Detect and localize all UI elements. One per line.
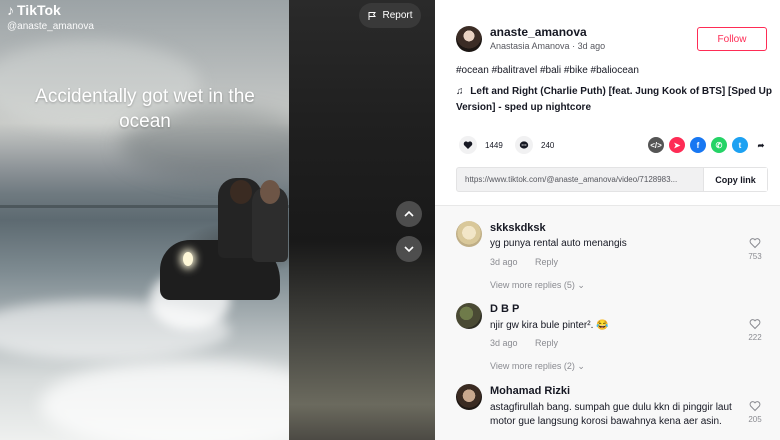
view-more-label: View more replies (5) bbox=[490, 280, 575, 290]
tiktok-watermark: ♪ TikTok bbox=[7, 2, 61, 18]
music-note-icon: ♫ bbox=[456, 86, 464, 97]
previous-video-button[interactable] bbox=[396, 201, 422, 227]
chevron-down-icon: ⌄ bbox=[577, 361, 585, 371]
tiktok-logo-icon: ♪ bbox=[7, 2, 14, 18]
send-to-friends-icon[interactable]: ➤ bbox=[669, 137, 685, 153]
tiktok-video-page: ♪ TikTok @anaste_amanova Accidentally go… bbox=[0, 0, 780, 440]
view-more-replies[interactable]: View more replies (5) ⌄ bbox=[490, 280, 585, 291]
author-subtitle: Anastasia Amanova · 3d ago bbox=[490, 41, 605, 51]
flag-icon bbox=[368, 11, 377, 20]
post-age: 3d ago bbox=[577, 41, 606, 51]
author-display-name: Anastasia Amanova bbox=[490, 41, 570, 51]
comment-avatar[interactable] bbox=[456, 303, 482, 329]
reply-button[interactable]: Reply bbox=[535, 338, 558, 348]
chevron-down-icon bbox=[404, 246, 414, 253]
comment-like-button[interactable]: 205 bbox=[745, 400, 765, 424]
music-title: Left and Right (Charlie Puth) [feat. Jun… bbox=[456, 86, 772, 113]
reply-button[interactable]: Reply bbox=[535, 257, 558, 267]
post-hashtags[interactable]: #ocean #balitravel #bali #bike #baliocea… bbox=[456, 65, 639, 76]
video-player[interactable]: ♪ TikTok @anaste_amanova Accidentally go… bbox=[0, 0, 289, 440]
info-panel: anaste_amanova Anastasia Amanova · 3d ag… bbox=[435, 0, 780, 440]
video-link-text[interactable]: https://www.tiktok.com/@anaste_amanova/v… bbox=[457, 175, 703, 184]
view-more-replies[interactable]: View more replies (2) ⌄ bbox=[490, 361, 585, 372]
comment-username[interactable]: Mohamad Rizki bbox=[490, 385, 570, 397]
like-count-group[interactable]: 1449 bbox=[459, 136, 503, 154]
rider-head bbox=[230, 180, 252, 204]
next-video-button[interactable] bbox=[396, 236, 422, 262]
report-label: Report bbox=[382, 10, 413, 21]
share-row: </> ➤ f ✆ t ➦ bbox=[648, 137, 769, 153]
comment-like-count: 222 bbox=[748, 333, 762, 342]
comment-age: 3d ago bbox=[490, 257, 518, 267]
embed-icon[interactable]: </> bbox=[648, 137, 664, 153]
comment-text: njir gw kira bule pinter². 😂 bbox=[490, 320, 609, 331]
music-link[interactable]: ♫ Left and Right (Charlie Puth) [feat. J… bbox=[456, 84, 776, 116]
copy-link-box: https://www.tiktok.com/@anaste_amanova/v… bbox=[456, 167, 768, 192]
comments-list[interactable]: skkskdksk yg punya rental auto menangis … bbox=[435, 205, 780, 440]
follow-button[interactable]: Follow bbox=[697, 27, 767, 51]
like-count: 1449 bbox=[485, 140, 503, 150]
headlight bbox=[183, 252, 193, 266]
chevron-down-icon: ⌄ bbox=[577, 280, 585, 290]
view-more-label: View more replies (2) bbox=[490, 361, 575, 371]
comment-text: astagfirullah bang. sumpah gue dulu kkn … bbox=[490, 402, 732, 427]
like-button[interactable] bbox=[459, 136, 477, 154]
comment-age: 3d ago bbox=[490, 338, 518, 348]
comment-username[interactable]: skkskdksk bbox=[490, 222, 546, 234]
heart-outline-icon bbox=[749, 319, 761, 330]
comment-avatar[interactable] bbox=[456, 221, 482, 247]
comment-count-group[interactable]: 240 bbox=[515, 136, 554, 154]
rider-head bbox=[260, 180, 280, 204]
author-username[interactable]: anaste_amanova bbox=[490, 25, 587, 39]
comment-avatar[interactable] bbox=[456, 384, 482, 410]
chevron-up-icon bbox=[404, 210, 414, 217]
video-caption-overlay: Accidentally got wet in the ocean bbox=[35, 86, 255, 132]
heart-icon bbox=[463, 141, 473, 149]
heart-outline-icon bbox=[749, 238, 761, 249]
whatsapp-icon[interactable]: ✆ bbox=[711, 137, 727, 153]
author-avatar[interactable] bbox=[456, 26, 482, 52]
comment-text: yg punya rental auto menangis bbox=[490, 238, 627, 249]
comment-like-button[interactable]: 222 bbox=[745, 318, 765, 342]
comment-username[interactable]: D B P bbox=[490, 303, 519, 315]
comment-count: 240 bbox=[541, 140, 555, 150]
heart-outline-icon bbox=[749, 401, 761, 412]
facebook-icon[interactable]: f bbox=[690, 137, 706, 153]
tiktok-brand-text: TikTok bbox=[17, 2, 61, 18]
comment-like-count: 205 bbox=[748, 415, 762, 424]
twitter-icon[interactable]: t bbox=[732, 137, 748, 153]
video-wave bbox=[40, 360, 289, 440]
report-button[interactable]: Report bbox=[359, 3, 421, 28]
watermark-handle: @anaste_amanova bbox=[7, 21, 94, 32]
comment-like-count: 753 bbox=[748, 252, 762, 261]
comment-button[interactable] bbox=[515, 136, 533, 154]
share-arrow-icon[interactable]: ➦ bbox=[753, 137, 769, 153]
comment-icon bbox=[519, 141, 529, 149]
comment-like-button[interactable]: 753 bbox=[745, 237, 765, 261]
copy-link-button[interactable]: Copy link bbox=[703, 168, 767, 191]
